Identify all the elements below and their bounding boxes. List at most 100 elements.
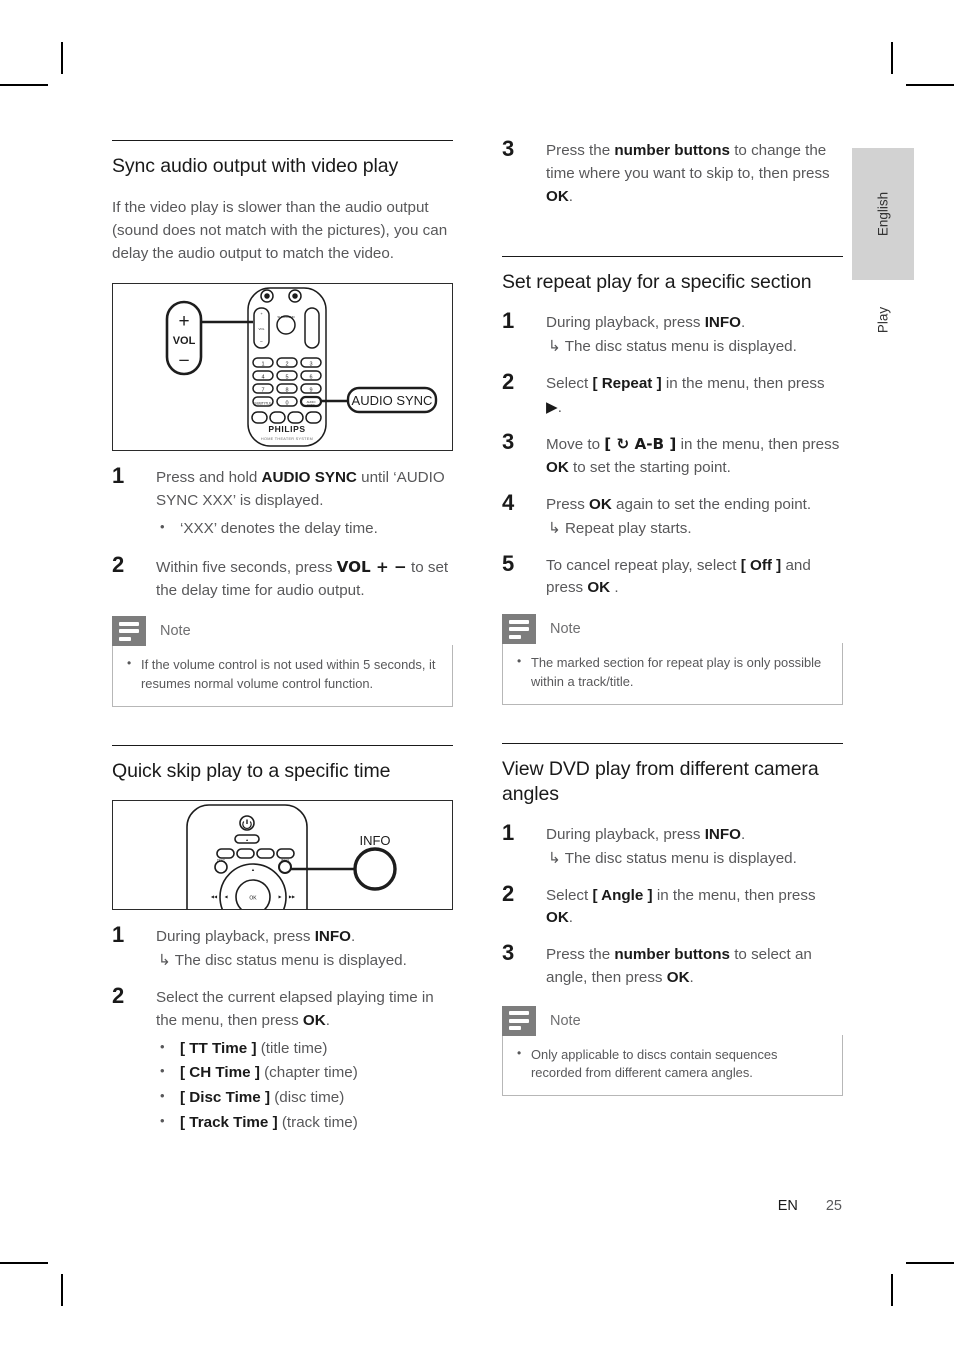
step-result-text: Repeat play starts.	[564, 519, 692, 537]
step-item: 1 Press and hold AUDIO SYNC until ‘AUDIO…	[112, 463, 453, 542]
step-item: 2 Select the current elapsed playing tim…	[112, 983, 453, 1135]
note-icon	[502, 614, 536, 645]
list-item: Only applicable to discs contain sequenc…	[515, 1045, 830, 1083]
note-body: If the volume control is not used within…	[112, 645, 453, 707]
svg-text:▶▶: ▶▶	[289, 894, 296, 899]
svg-text:SUBTITLE: SUBTITLE	[254, 402, 272, 406]
step-text-post: .	[350, 928, 356, 946]
section-rule	[112, 744, 453, 746]
svg-text:9: 9	[309, 388, 312, 394]
note-body: The marked section for repeat play is on…	[502, 643, 843, 705]
step-number: 2	[502, 368, 515, 394]
step-text-bold2: OK	[666, 968, 690, 986]
step-text-pre: Select	[546, 886, 593, 904]
svg-text:◀◀: ◀◀	[211, 894, 218, 899]
footer-language-code: EN	[777, 1198, 798, 1214]
svg-text:SYNC: SYNC	[307, 403, 315, 407]
step-text-bold: [ Off ]	[740, 556, 782, 574]
option-desc: (title time)	[256, 1039, 328, 1057]
chapter-tab: Play	[852, 296, 914, 344]
crop-mark-bottom-right-vertical	[891, 1274, 893, 1306]
step-text-post: .	[568, 909, 574, 927]
step-body: Press the number buttons to select an an…	[546, 944, 843, 990]
step-number: 1	[502, 308, 515, 334]
step-body: During playback, press INFO. ↳ The disc …	[546, 312, 843, 359]
step-item: 3 Press the number buttons to select an …	[502, 940, 843, 990]
language-tab: English	[852, 148, 914, 280]
step-body: Select the current elapsed playing time …	[156, 987, 453, 1135]
svg-text:AUDIO SYNC: AUDIO SYNC	[352, 393, 433, 408]
result-arrow-icon: ↳	[158, 951, 171, 970]
repeat-ab-icon: [ ↻ A-B ]	[604, 435, 677, 454]
note-label: Note	[550, 621, 581, 638]
step-body: Select [ Repeat ] in the menu, then pres…	[546, 373, 843, 420]
svg-text:▶: ▶	[278, 894, 282, 899]
step-text-bold: [ Repeat ]	[592, 374, 662, 392]
step-number: 3	[502, 429, 515, 455]
step-item: 2 Within five seconds, press VOL + − to …	[112, 552, 453, 603]
step-body: Move to [ ↻ A-B ] in the menu, then pres…	[546, 433, 843, 480]
step-item: 2 Select [ Repeat ] in the menu, then pr…	[502, 369, 843, 420]
remote-audio-sync-illustration: 123 456 789 SUBTITLE 0 AUDIOSYNC SURROUND…	[165, 287, 438, 448]
note-box-repeat-section: Note The marked section for repeat play …	[502, 614, 843, 705]
step-text-mid: in the menu, then press	[652, 886, 816, 904]
step-text-bold2: OK	[587, 579, 611, 597]
step-text-pre: Press and hold	[156, 469, 262, 487]
result-arrow-icon: ↳	[548, 336, 561, 355]
step-number: 1	[112, 463, 125, 489]
figure-remote-info: ▲ DISC INFO OK ▲ ◀ ▶ ◀◀ ▶▶ INFO	[112, 800, 453, 911]
section-rule	[112, 140, 453, 141]
note-icon	[502, 1005, 536, 1036]
step-body: Select [ Angle ] in the menu, then press…	[546, 885, 843, 931]
crop-mark-bottom-left-vertical	[61, 1274, 63, 1306]
list-item: If the volume control is not used within…	[125, 655, 440, 693]
list-item: ‘XXX’ denotes the delay time.	[156, 516, 453, 542]
section-set-repeat-play: Set repeat play for a specific section 1…	[502, 256, 843, 705]
time-option-list: [ TT Time ] (title time) [ CH Time ] (ch…	[156, 1036, 453, 1136]
crop-mark-bottom-right-horizontal	[906, 1262, 954, 1264]
step-number: 2	[502, 880, 515, 906]
svg-text:◀: ◀	[224, 894, 228, 899]
step-body: Press the number buttons to change the t…	[546, 140, 843, 208]
set-repeat-steps: 1 During playback, press INFO. ↳ The dis…	[502, 308, 843, 600]
result-arrow-icon: ↳	[548, 848, 561, 867]
list-item: [ TT Time ] (title time)	[156, 1036, 453, 1062]
footer-page-number: 25	[825, 1198, 842, 1214]
result-arrow-icon: ↳	[548, 518, 561, 537]
step-text-bold: INFO	[704, 825, 741, 843]
note-header: Note	[502, 1005, 843, 1036]
step-result-line: ↳ The disc status menu is displayed.	[156, 949, 453, 973]
list-item: [ Disc Time ] (disc time)	[156, 1085, 453, 1111]
option-desc: (track time)	[277, 1113, 358, 1131]
step-text-bold: [ Angle ]	[592, 886, 653, 904]
note-label: Note	[160, 623, 191, 640]
step-text-pre: To cancel repeat play, select	[546, 556, 741, 574]
svg-text:7: 7	[261, 388, 264, 394]
step-text-bold2: OK	[546, 187, 569, 205]
step-text-bold: number buttons	[614, 946, 730, 964]
page-title-camera-angles: View DVD play from different camera angl…	[502, 757, 819, 806]
section-quick-skip: Quick skip play to a specific time ▲ DIS…	[112, 744, 453, 1135]
step-text-pre: During playback, press	[546, 825, 705, 843]
section-rule	[502, 256, 843, 258]
step-text-bold: AUDIO SYNC	[261, 469, 357, 487]
step-number: 4	[502, 489, 515, 515]
list-item: [ CH Time ] (chapter time)	[156, 1060, 453, 1086]
list-item: The marked section for repeat play is on…	[515, 653, 830, 691]
step-text-pre: Select	[546, 374, 593, 392]
step-text-post: .	[689, 968, 694, 986]
svg-text:8: 8	[285, 388, 288, 394]
step-item: 4 Press OK again to set the ending point…	[502, 490, 843, 541]
svg-text:3: 3	[309, 362, 312, 368]
step-number: 5	[502, 550, 515, 576]
section-camera-angles: View DVD play from different camera angl…	[502, 742, 843, 1097]
step-text-bold: number buttons	[614, 142, 730, 159]
step-item: 1 During playback, press INFO. ↳ The dis…	[502, 820, 843, 871]
step-result-text: The disc status menu is displayed.	[564, 337, 797, 355]
step-result-text: The disc status menu is displayed.	[564, 849, 797, 867]
note-body: Only applicable to discs contain sequenc…	[502, 1034, 843, 1097]
play-icon: ▶	[546, 397, 558, 416]
note-icon	[112, 616, 146, 647]
svg-text:−: −	[260, 339, 263, 345]
language-tab-label: English	[875, 191, 891, 237]
